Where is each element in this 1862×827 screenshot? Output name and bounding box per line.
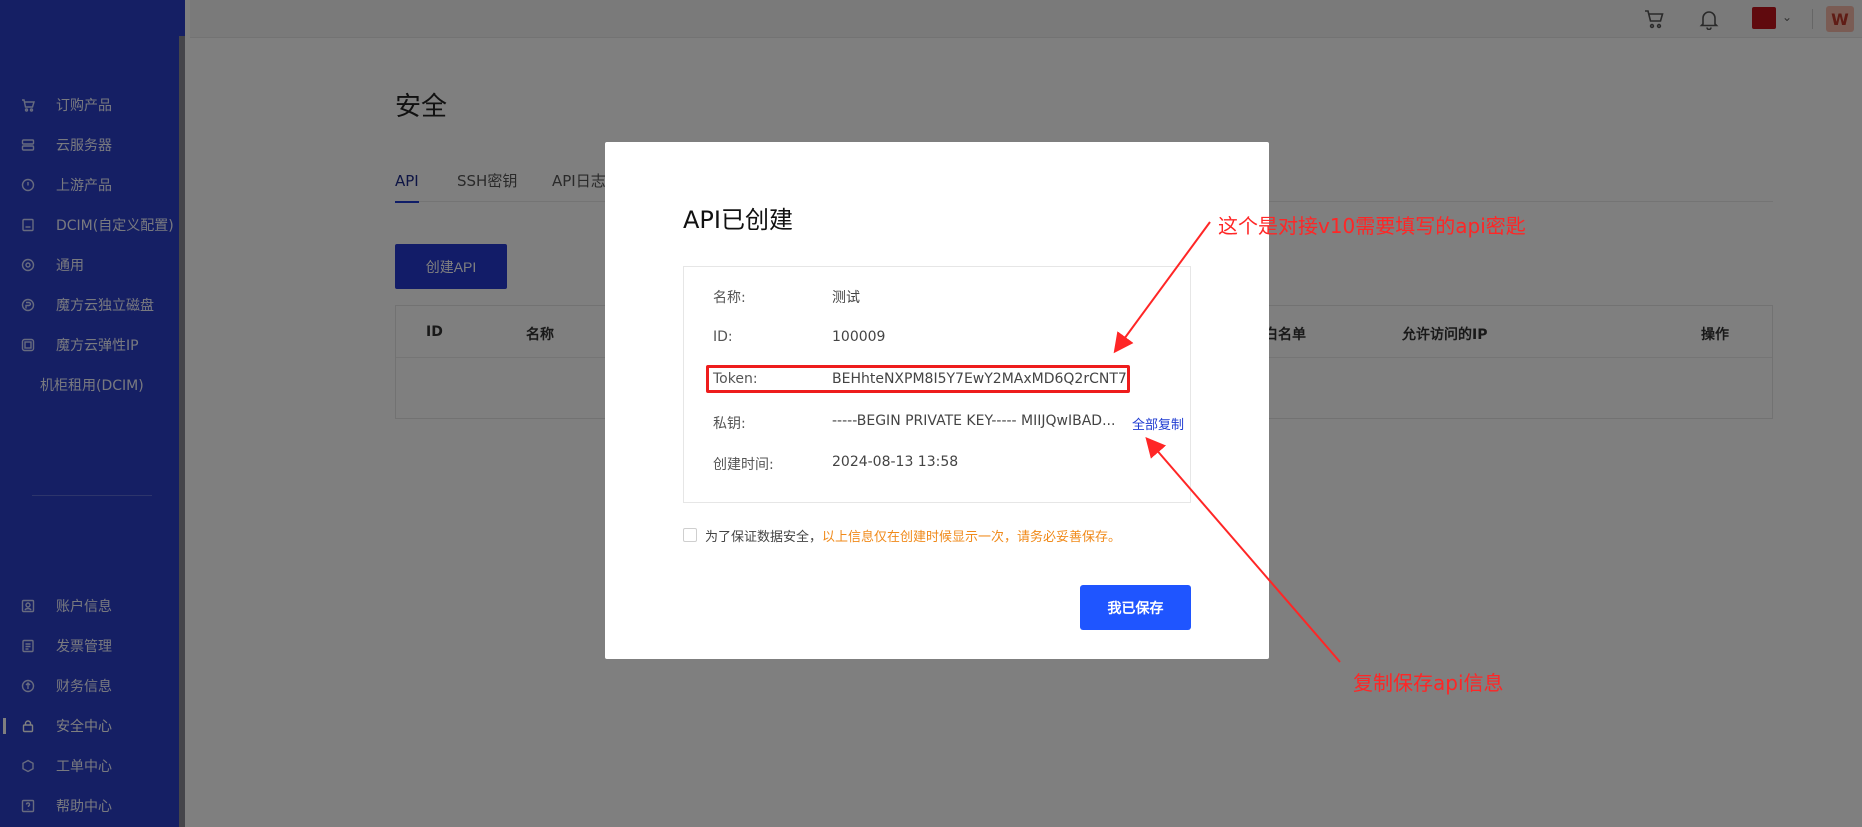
api-info-box: 名称: 测试 ID: 100009 Token: BEHhteNXPM8I5Y7… xyxy=(683,266,1191,503)
copy-all-link[interactable]: 全部复制 xyxy=(1132,414,1184,433)
private-key-label: 私钥: xyxy=(713,416,746,432)
created-time-label: 创建时间: xyxy=(713,457,774,473)
notice-prefix: 为了保证数据安全， xyxy=(705,530,823,545)
saved-confirm-checkbox[interactable] xyxy=(683,528,697,542)
dialog-title: API已创建 xyxy=(683,206,793,234)
security-notice: 为了保证数据安全，以上信息仅在创建时候显示一次，请务必妥善保存。 xyxy=(705,526,1121,545)
name-value: 测试 xyxy=(832,290,860,306)
name-label: 名称: xyxy=(713,290,746,306)
token-value: BEHhteNXPM8I5Y7EwY2MAxMD6Q2rCNT7 xyxy=(832,371,1127,387)
token-label: Token: xyxy=(713,371,758,387)
api-created-dialog: API已创建 名称: 测试 ID: 100009 Token: BEHhteNX… xyxy=(605,142,1269,659)
token-annotation-text: 这个是对接v10需要填写的api密匙 xyxy=(1218,214,1526,238)
id-label: ID: xyxy=(713,329,733,345)
created-time-value: 2024-08-13 13:58 xyxy=(832,454,959,470)
copy-annotation-text: 复制保存api信息 xyxy=(1353,671,1504,695)
i-have-saved-button[interactable]: 我已保存 xyxy=(1080,585,1191,630)
private-key-value: -----BEGIN PRIVATE KEY----- MIIJQwIBAD..… xyxy=(832,413,1116,429)
id-value: 100009 xyxy=(832,329,886,345)
notice-warning: 以上信息仅在创建时候显示一次，请务必妥善保存。 xyxy=(822,530,1122,545)
